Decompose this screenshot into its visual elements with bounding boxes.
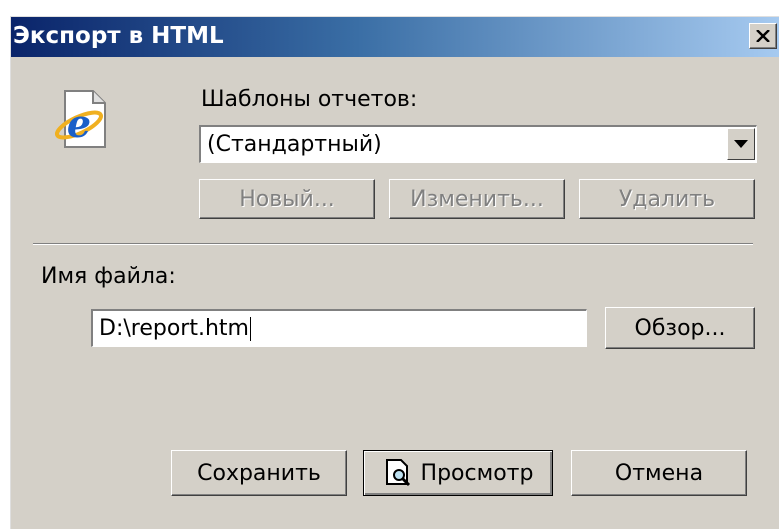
filename-label: Имя файла: [41,264,176,289]
window-title: Экспорт в HTML [13,23,224,49]
preview-button[interactable]: Просмотр [363,450,553,496]
new-template-button[interactable]: Новый... [199,179,375,219]
delete-template-button[interactable]: Удалить [579,179,755,219]
ie-document-icon: e [54,90,106,148]
templates-select[interactable]: (Стандартный) [199,125,757,163]
cancel-button[interactable]: Отмена [571,450,747,496]
edit-template-button[interactable]: Изменить... [389,179,565,219]
filename-input[interactable]: D:\report.htm [91,309,587,347]
save-button[interactable]: Сохранить [171,450,347,496]
close-icon [756,30,770,42]
preview-label: Просмотр [420,460,534,486]
magnifier-document-icon [385,459,410,487]
title-bar[interactable]: Экспорт в HTML [11,17,779,57]
filename-value: D:\report.htm [99,316,249,341]
templates-label: Шаблоны отчетов: [201,87,418,112]
svg-text:e: e [67,101,91,146]
separator [33,243,753,245]
dropdown-button[interactable] [727,128,755,160]
export-html-dialog: Экспорт в HTML e Шаблоны отчетов: (Станд… [10,16,779,529]
chevron-down-icon [734,140,748,148]
browse-button[interactable]: Обзор... [605,307,755,349]
text-caret [249,317,251,341]
templates-select-value: (Стандартный) [207,132,382,157]
close-button[interactable] [749,23,777,49]
